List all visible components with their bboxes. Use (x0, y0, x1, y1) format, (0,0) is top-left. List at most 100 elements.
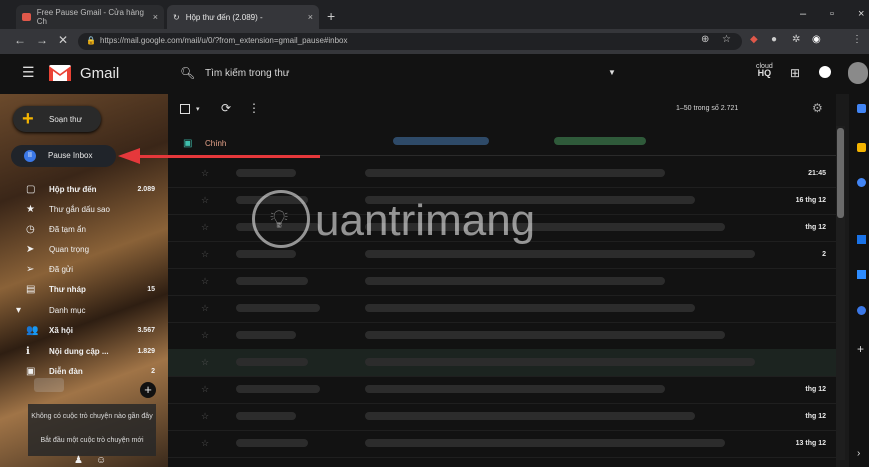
stop-button[interactable]: ✕ (58, 33, 68, 47)
subject-placeholder (365, 277, 665, 285)
sender-placeholder (236, 304, 320, 312)
sender-placeholder (236, 331, 296, 339)
subject-placeholder (365, 331, 725, 339)
browser-tab-webstore[interactable]: Free Pause Gmail - Cửa hàng Ch × (16, 5, 164, 29)
keep-icon[interactable] (857, 143, 866, 152)
star-icon[interactable]: ☆ (201, 249, 209, 260)
sidebar-item-icon: ▢ (26, 184, 36, 195)
close-tab-icon[interactable]: × (308, 12, 313, 22)
forward-button[interactable]: → (36, 33, 48, 47)
expand-panel-icon[interactable]: › (857, 448, 860, 459)
extension-icon[interactable]: ◆ (750, 34, 758, 45)
chat-start-link[interactable]: Bắt đầu một cuộc trò chuyện mới (22, 437, 162, 444)
star-icon[interactable]: ☆ (201, 357, 209, 368)
search-options-icon[interactable]: ▼ (608, 68, 616, 77)
cloudhq-icon[interactable]: cloud HQ (756, 63, 773, 78)
sidebar-item-label[interactable]: Đã tạm ẩn (49, 225, 86, 234)
gmail-logo-icon (49, 65, 71, 81)
sidebar-item-label[interactable]: Quan trọng (49, 245, 89, 254)
trello-icon[interactable] (857, 235, 866, 244)
tab-label: Free Pause Gmail - Cửa hàng Ch (36, 8, 144, 26)
tab-promotions[interactable] (554, 137, 646, 145)
sidebar-item-icon: ➤ (26, 244, 35, 255)
subject-placeholder (365, 358, 755, 366)
loading-icon: ↻ (173, 12, 180, 22)
search-input[interactable]: Tìm kiếm trong thư (205, 68, 290, 79)
extension-icon[interactable]: ● (771, 34, 777, 45)
browser-tab-inbox[interactable]: ↻ Hộp thư đến (2.089) - × (167, 5, 319, 29)
add-addon-icon[interactable]: + (857, 342, 864, 356)
compose-label[interactable]: Soạn thư (49, 115, 82, 124)
back-button[interactable]: ← (14, 33, 26, 47)
sidebar-item-label[interactable]: Đã gửi (49, 265, 73, 274)
sidebar-item-label[interactable]: Xã hội (49, 326, 73, 335)
sidebar-item-icon: ▾ (16, 305, 22, 316)
notifications-icon[interactable] (819, 66, 831, 78)
star-icon[interactable]: ☆ (201, 222, 209, 233)
more-options-icon[interactable]: ⋮ (248, 101, 260, 115)
star-icon[interactable]: ☆ (201, 195, 209, 206)
addon-icon[interactable] (857, 270, 866, 279)
pause-icon: II (24, 150, 36, 162)
sidebar-item-label[interactable]: Thư nháp (49, 285, 86, 294)
star-icon[interactable]: ☆ (201, 411, 209, 422)
url-text[interactable]: https://mail.google.com/mail/u/0/?from_e… (100, 36, 347, 45)
close-tab-icon[interactable]: × (153, 12, 158, 22)
star-icon[interactable]: ☆ (201, 303, 209, 314)
main-menu-icon[interactable]: ☰ (22, 64, 35, 81)
sidebar-item-label[interactable]: Danh mục (49, 306, 85, 315)
app-name: Gmail (80, 65, 120, 82)
annotation-arrow (138, 155, 320, 158)
extension-icon[interactable]: ✲ (792, 34, 800, 45)
browser-menu-icon[interactable]: ⋮ (852, 34, 862, 45)
row-date: 13 thg 12 (795, 440, 826, 447)
sidebar-item-icon: ➢ (26, 264, 35, 275)
chat-bubble-icon[interactable]: ☺ (96, 455, 106, 466)
new-tab-button[interactable]: + (327, 8, 335, 24)
search-icon[interactable]: 🔍︎ (180, 66, 195, 80)
maximize-button[interactable]: ▫ (830, 8, 834, 20)
sidebar-item-label[interactable]: Diễn đàn (49, 367, 83, 376)
bookmark-star-icon[interactable]: ☆ (722, 34, 731, 45)
subject-placeholder (365, 304, 695, 312)
close-window-button[interactable]: × (858, 8, 864, 20)
chat-avatar[interactable] (34, 378, 64, 392)
new-chat-button[interactable]: + (140, 382, 156, 398)
sidebar-item-icon: 👥 (26, 325, 39, 336)
sender-placeholder (236, 412, 296, 420)
lightbulb-icon: 💡︎ (270, 204, 289, 234)
sidebar-item-icon: ◷ (26, 224, 35, 235)
tasks-icon[interactable] (857, 178, 866, 187)
settings-gear-icon[interactable]: ⚙ (812, 101, 823, 115)
extension-icon[interactable]: ◉ (812, 34, 821, 45)
row-date: thg 12 (805, 224, 826, 231)
subject-placeholder (365, 439, 725, 447)
pause-inbox-label[interactable]: Pause Inbox (48, 151, 92, 160)
sidebar-item-label[interactable]: Nội dung cập ... (49, 347, 109, 356)
sidebar-item-count: 1.829 (137, 348, 155, 355)
star-icon[interactable]: ☆ (201, 276, 209, 287)
sidebar-item-icon: ℹ (26, 346, 30, 357)
sender-placeholder (236, 358, 308, 366)
calendar-icon[interactable] (857, 104, 866, 113)
refresh-icon[interactable]: ⟳ (221, 101, 231, 115)
avatar[interactable] (848, 62, 868, 84)
key-icon[interactable]: ⊕ (701, 34, 709, 45)
star-icon[interactable]: ☆ (201, 168, 209, 179)
scrollbar-thumb[interactable] (837, 128, 844, 218)
contacts-icon[interactable]: ♟ (74, 455, 83, 466)
tab-primary[interactable]: Chính (205, 139, 226, 148)
star-icon[interactable]: ☆ (201, 384, 209, 395)
select-caret-icon[interactable]: ▾ (196, 105, 200, 113)
addon-icon[interactable] (857, 306, 866, 315)
subject-placeholder (365, 385, 665, 393)
tab-social[interactable] (393, 137, 489, 145)
apps-grid-icon[interactable]: ⊞ (790, 66, 800, 80)
star-icon[interactable]: ☆ (201, 330, 209, 341)
minimize-button[interactable]: – (800, 8, 806, 20)
star-icon[interactable]: ☆ (201, 438, 209, 449)
subject-placeholder (365, 250, 755, 258)
sidebar-item-label[interactable]: Hộp thư đến (49, 185, 97, 194)
sidebar-item-label[interactable]: Thư gắn dấu sao (49, 205, 110, 214)
select-all-checkbox[interactable] (180, 104, 190, 114)
